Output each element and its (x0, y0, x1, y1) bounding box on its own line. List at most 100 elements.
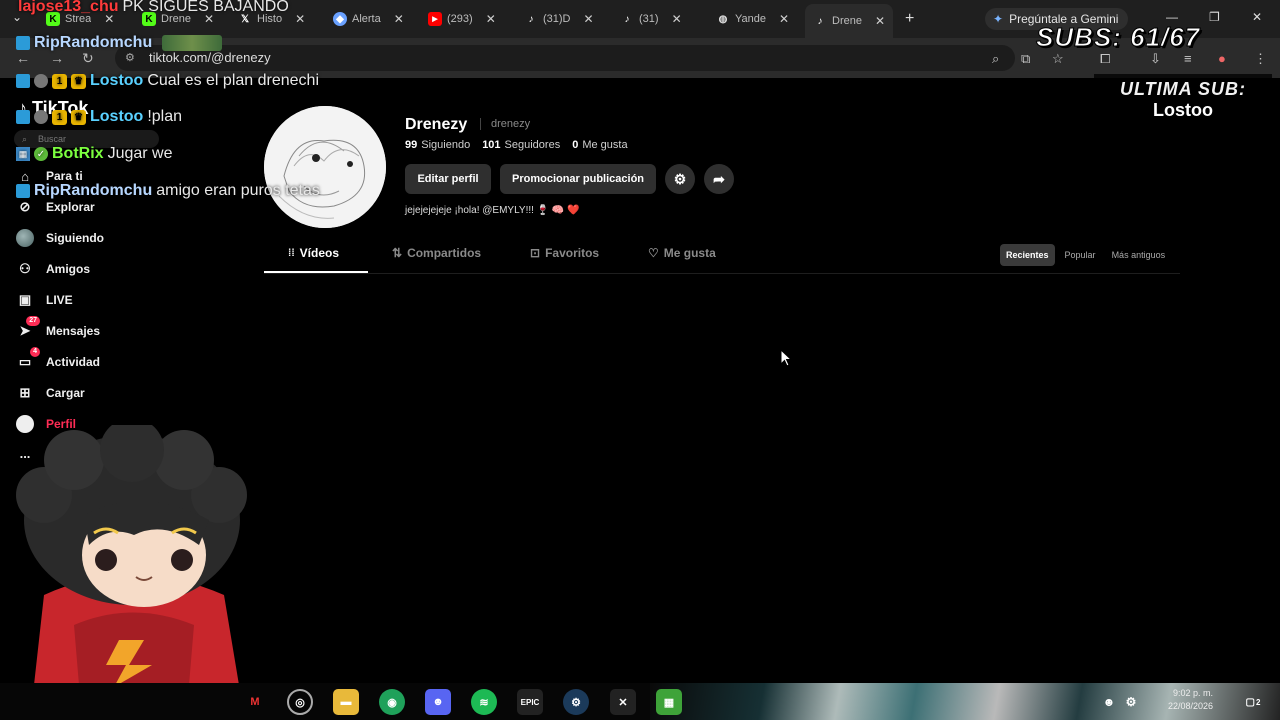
close-icon[interactable]: ✕ (672, 12, 682, 26)
browser-tab[interactable]: ▶ (293) ✕ (428, 8, 496, 30)
promote-post-button[interactable]: Promocionar publicación (500, 164, 656, 194)
clock-date: 22/08/2026 (1168, 701, 1214, 711)
following-count: 99 (405, 139, 418, 151)
url-text: tiktok.com/@drenezy (149, 50, 271, 65)
settings-button[interactable]: ⚙ (665, 164, 695, 194)
extensions-icon[interactable]: ⧠ (1100, 51, 1110, 67)
chat-message: RipRandomchu (16, 34, 223, 52)
nav-item-actividad[interactable]: ▭ 4 Actividad (14, 347, 224, 375)
tab-label: Alerta (352, 13, 381, 25)
likes-count: 0 (572, 139, 579, 151)
tiktok-icon: ♪ (624, 13, 630, 25)
likes-label: Me gusta (582, 139, 628, 151)
tab-label: Favoritos (545, 246, 600, 260)
profile-bio: jejejejejeje ¡hola! @EMYLY!!! 🍷 🧠 ❤️ (405, 205, 580, 216)
system-clock[interactable]: 9:02 p. m. 22/08/2026 (1168, 687, 1213, 713)
windows-taskbar: M ◎ ▬ ◉ ☻ ≋ EPIC ⚙ ✕ ▦ ☻ ⚙ 9:02 p. m. 22… (0, 683, 1280, 720)
spotify-icon[interactable]: ≋ (471, 689, 497, 715)
avatar-sketch-icon (264, 106, 386, 228)
repost-icon: ⇅ (392, 246, 403, 260)
nav-item-mensajes[interactable]: ➤ 27 Mensajes (14, 316, 224, 344)
activity-badge: 4 (30, 347, 40, 357)
sort-recientes[interactable]: Recientes (1000, 244, 1055, 266)
nav-label: Para ti (46, 169, 83, 183)
bookmark-star-icon[interactable]: ☆ (1052, 51, 1064, 67)
nav-label: LIVE (46, 293, 73, 307)
close-icon[interactable]: ✕ (875, 14, 885, 28)
restore-button[interactable]: ❐ (1209, 10, 1220, 24)
following-stat[interactable]: 99 Siguiendo (405, 139, 470, 151)
tab-favoritos[interactable]: ⊡ Favoritos (530, 246, 599, 260)
followers-stat[interactable]: 101 Seguidores (482, 139, 560, 151)
following-label: Siguiendo (421, 139, 471, 151)
new-tab-button[interactable]: + (905, 10, 914, 28)
close-icon[interactable]: ✕ (295, 12, 305, 26)
install-app-icon[interactable]: ⧉ (1021, 51, 1030, 67)
app-m-icon[interactable]: M (242, 689, 268, 715)
steam-icon[interactable]: ⚙ (563, 689, 589, 715)
chat-message: 1 ♛ Lostoo !plan (16, 108, 182, 126)
close-icon[interactable]: ✕ (779, 12, 789, 26)
chat-username: lajose13_chu (18, 0, 119, 15)
url-field[interactable]: ⚙ tiktok.com/@drenezy (115, 45, 1015, 71)
close-icon[interactable]: ✕ (486, 12, 496, 26)
tab-compartidos[interactable]: ⇅ Compartidos (392, 246, 481, 260)
messages-icon: ➤ 27 (14, 316, 40, 342)
sort-popular[interactable]: Popular (1059, 244, 1102, 266)
last-sub-title: ULTIMA SUB: (1120, 79, 1246, 99)
tab-videos[interactable]: ⁞⁞ Vídeos (288, 246, 339, 260)
heart-icon: ♡ (648, 246, 659, 260)
globe-icon: ◍ (718, 13, 728, 25)
profile-name: Drenezy (405, 116, 468, 133)
chrome-icon[interactable]: ◉ (379, 689, 405, 715)
share-button[interactable]: ➦ (704, 164, 734, 194)
browser-tab[interactable]: ♪ (31) ✕ (620, 8, 682, 30)
notifications-icon[interactable]: ▢ 2 (1240, 689, 1266, 715)
tab-me-gusta[interactable]: ♡ Me gusta (648, 246, 716, 260)
browser-tab[interactable]: ◆ Alerta ✕ (333, 8, 404, 30)
forward-icon[interactable]: → (50, 50, 64, 66)
profile-avatar[interactable] (264, 106, 386, 228)
reload-icon[interactable]: ↻ (82, 50, 94, 67)
chat-message: 1 ♛ Lostoo Cual es el plan drenechi (16, 72, 319, 90)
discord-icon[interactable]: ☻ (425, 689, 451, 715)
profile-avatar-icon[interactable]: ● (1218, 51, 1226, 66)
followers-label: Seguidores (504, 139, 561, 151)
reading-list-icon[interactable]: ≡ (1184, 51, 1192, 66)
nav-item-amigos[interactable]: ⚇ Amigos (14, 256, 224, 282)
kick-badge-icon (16, 74, 30, 88)
nav-item-cargar[interactable]: ⊞ Cargar (14, 380, 224, 406)
download-icon[interactable]: ⇩ (1150, 51, 1161, 67)
sort-mas-antiguos[interactable]: Más antiguos (1106, 244, 1172, 266)
close-icon[interactable]: ✕ (394, 12, 404, 26)
menu-icon[interactable]: ⋮ (1254, 51, 1267, 67)
steam-tray-icon[interactable]: ⚙ (1118, 689, 1144, 715)
minecraft-icon[interactable]: ▦ (656, 689, 682, 715)
kick-badge-icon (16, 184, 30, 198)
file-explorer-icon[interactable]: ▬ (333, 689, 359, 715)
close-icon[interactable]: ✕ (584, 12, 594, 26)
browser-tab[interactable]: ◍ Yande ✕ (716, 8, 789, 30)
sub-badge-icon: 1 (52, 109, 67, 125)
nav-label: Cargar (46, 386, 85, 400)
zoom-icon[interactable]: ⌕ (992, 51, 999, 67)
nav-item-live[interactable]: ▣ LIVE (14, 287, 224, 313)
mouse-cursor-icon (780, 349, 792, 367)
likes-stat: 0 Me gusta (572, 139, 627, 151)
edit-profile-button[interactable]: Editar perfil (405, 164, 491, 194)
back-icon[interactable]: ← (16, 50, 30, 66)
last-sub-name: Lostoo (1153, 100, 1213, 120)
profile-stats: 99 Siguiendo 101 Seguidores 0 Me gusta (405, 139, 628, 151)
close-window-button[interactable]: ✕ (1252, 10, 1262, 24)
sub-badge-icon: 1 (52, 73, 67, 89)
activity-icon: ▭ 4 (14, 347, 40, 373)
epic-games-icon[interactable]: EPIC (517, 689, 543, 715)
app-x-icon[interactable]: ✕ (610, 689, 636, 715)
browser-tab[interactable]: ♪ (31)D ✕ (524, 8, 594, 30)
obs-icon[interactable]: ◎ (287, 689, 313, 715)
subs-goal-counter: SUBS: 61/67 (1035, 22, 1201, 53)
browser-tab-active[interactable]: ♪ Drene ✕ (805, 4, 894, 38)
following-icon (14, 227, 36, 249)
active-tab-indicator (264, 271, 368, 273)
nav-item-siguiendo[interactable]: Siguiendo (14, 225, 224, 251)
